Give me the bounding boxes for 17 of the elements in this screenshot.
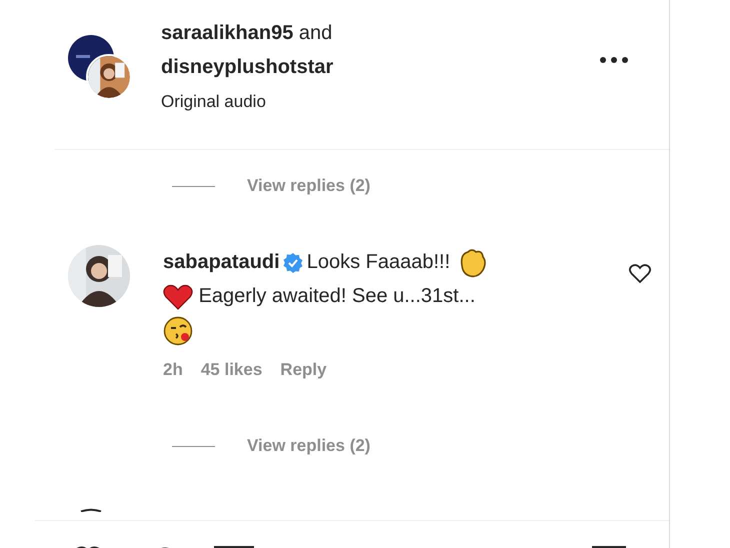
avatar-edge-icon xyxy=(80,508,102,512)
reply-button[interactable]: Reply xyxy=(280,360,327,380)
heart-icon xyxy=(163,284,193,310)
username-link[interactable]: sabapataudi xyxy=(163,251,280,273)
time-label: 2h xyxy=(163,360,183,380)
likes-count-button[interactable]: 45 likes xyxy=(200,360,262,380)
audio-label: Original audio xyxy=(161,91,267,113)
comment-text: Looks Faaaab!!! xyxy=(306,251,450,273)
username-link[interactable]: saraalikhan95 xyxy=(161,22,294,44)
like-heart-icon[interactable] xyxy=(629,264,651,284)
kissing-face-icon xyxy=(163,316,193,346)
view-replies-button[interactable]: View replies (2) xyxy=(247,436,370,456)
joiner-text: and xyxy=(298,22,332,44)
more-icon[interactable] xyxy=(599,56,629,64)
view-replies-button[interactable]: View replies (2) xyxy=(247,176,370,196)
username-link[interactable]: disneyplushotstar xyxy=(161,56,334,78)
comment-text: Eagerly awaited! See u...31st... xyxy=(198,285,476,307)
